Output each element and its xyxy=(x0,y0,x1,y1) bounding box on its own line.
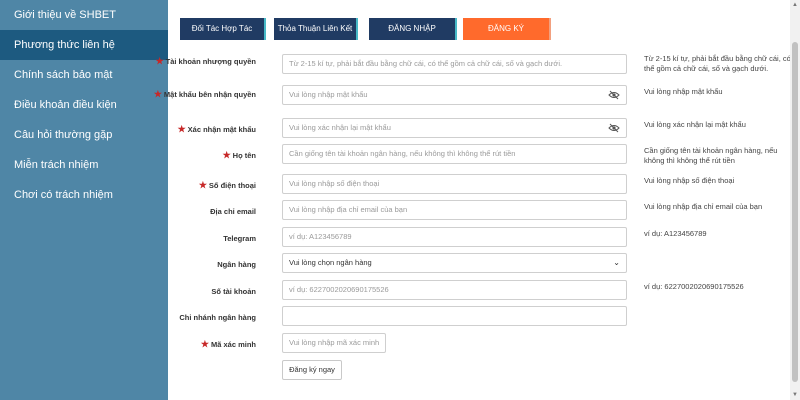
scroll-up-icon[interactable]: ▲ xyxy=(790,0,800,10)
scroll-thumb[interactable] xyxy=(792,42,798,382)
field-label: Ngân hàng xyxy=(217,260,256,269)
field-label: ★ Họ tên xyxy=(222,150,256,160)
bank-select[interactable]: Vui lòng chọn ngân hàng ⌄ xyxy=(282,253,627,273)
tab-login[interactable]: ĐĂNG NHẬP xyxy=(369,18,457,40)
field-label: ★ Xác nhận mật khẩu xyxy=(177,124,256,134)
franchise-account-input[interactable]: Từ 2-15 kí tự, phải bắt đầu bằng chữ cái… xyxy=(282,54,627,74)
field-hint: Vui lòng nhập số điện thoại xyxy=(644,176,735,185)
field-label: Telegram xyxy=(223,234,256,243)
field-label: ★ Tài khoản nhượng quyền xyxy=(155,56,256,66)
tab-partner[interactable]: Đối Tác Hợp Tác xyxy=(180,18,266,40)
field-hint: Cần giống tên tài khoản ngân hàng, nếu k… xyxy=(644,146,778,165)
register-submit-button[interactable]: Đăng ký ngay xyxy=(282,360,342,380)
field-label: ★ Mã xác minh xyxy=(200,339,256,349)
phone-input[interactable]: Vui lòng nhập số điện thoại xyxy=(282,174,627,194)
tab-affiliate-agreement[interactable]: Thỏa Thuận Liên Kết xyxy=(274,18,358,40)
required-asterisk-icon: ★ xyxy=(222,150,231,160)
chevron-down-icon: ⌄ xyxy=(613,258,620,267)
field-label: ★ Số điện thoại xyxy=(198,180,256,190)
required-asterisk-icon: ★ xyxy=(200,339,209,349)
field-label: ★ Mật khẩu bên nhận quyền xyxy=(153,89,256,99)
telegram-input[interactable]: ví dụ: A123456789 xyxy=(282,227,627,247)
required-asterisk-icon: ★ xyxy=(177,124,186,134)
field-hint: ví dụ: 6227002020690175526 xyxy=(644,282,744,291)
scroll-down-icon[interactable]: ▼ xyxy=(790,390,800,400)
field-hint: Vui lòng nhập mật khẩu xyxy=(644,87,723,96)
password-input[interactable]: Vui lòng nhập mật khẩu xyxy=(282,85,627,105)
required-asterisk-icon: ★ xyxy=(155,56,164,66)
field-hint: Vui lòng xác nhận lại mật khẩu xyxy=(644,120,746,129)
field-hint: Vui lòng nhập địa chỉ email của bạn xyxy=(644,202,763,211)
field-label: Số tài khoản xyxy=(211,287,256,296)
tab-register[interactable]: ĐĂNG KÝ xyxy=(463,18,551,40)
confirm-password-input[interactable]: Vui lòng xác nhận lại mật khẩu xyxy=(282,118,627,138)
field-label: Địa chỉ email xyxy=(210,207,256,216)
fullname-input[interactable]: Cần giống tên tài khoản ngân hàng, nếu k… xyxy=(282,144,627,164)
account-number-input[interactable]: ví dụ: 6227002020690175526 xyxy=(282,280,627,300)
required-asterisk-icon: ★ xyxy=(153,89,162,99)
field-hint: ví dụ: A123456789 xyxy=(644,229,707,238)
sidebar-item-about[interactable]: Giới thiệu về SHBET xyxy=(0,0,168,30)
eye-slash-icon[interactable] xyxy=(608,90,620,100)
field-label: Chi nhánh ngân hàng xyxy=(179,313,256,322)
verification-code-input[interactable]: Vui lòng nhập mã xác minh xyxy=(282,333,386,353)
bank-branch-input[interactable] xyxy=(282,306,627,326)
email-input[interactable]: Vui lòng nhập địa chỉ email của bạn xyxy=(282,200,627,220)
eye-slash-icon[interactable] xyxy=(608,123,620,133)
required-asterisk-icon: ★ xyxy=(198,180,207,190)
vertical-scrollbar[interactable]: ▲ ▼ xyxy=(790,0,800,400)
field-hint: Từ 2-15 kí tự, phải bắt đầu bằng chữ cái… xyxy=(644,54,791,73)
